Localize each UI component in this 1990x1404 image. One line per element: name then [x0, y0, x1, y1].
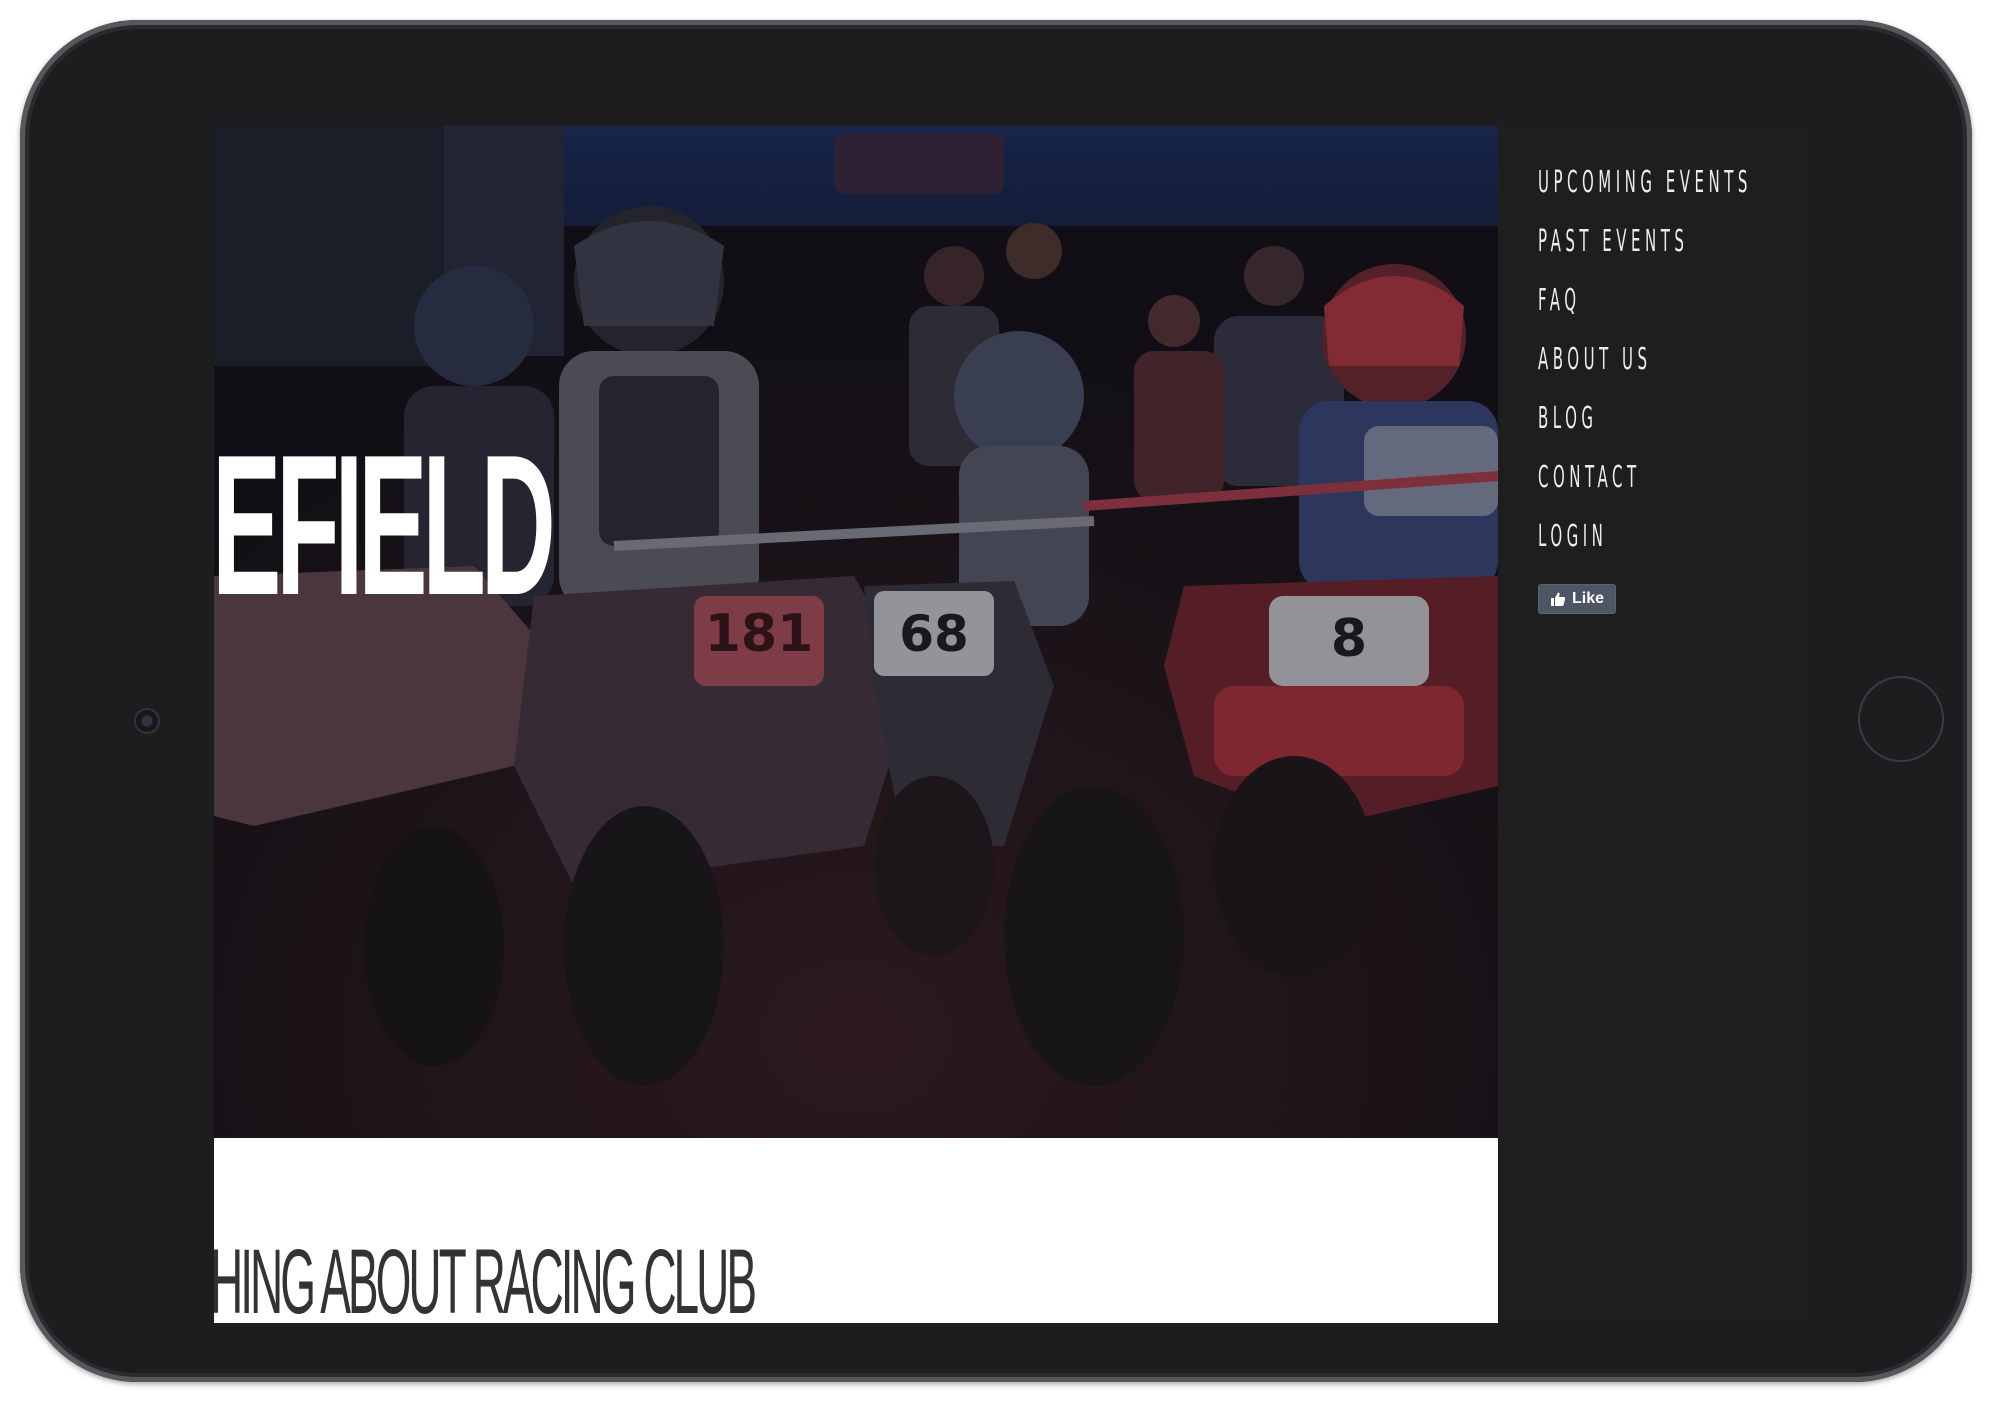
facebook-like-button[interactable]: Like	[1538, 584, 1616, 614]
nav-link-about-us[interactable]: ABOUT US	[1538, 343, 1652, 377]
nav-item-about-us: ABOUT US	[1538, 343, 1812, 402]
sidebar-nav: UPCOMING EVENTS PAST EVENTS FAQ ABOUT US…	[1498, 126, 1812, 1323]
nav-item-login: LOGIN	[1538, 520, 1812, 579]
hero-title: EFIELD	[214, 414, 556, 637]
thumbs-up-icon	[1550, 592, 1566, 606]
nav-link-upcoming-events[interactable]: UPCOMING EVENTS	[1538, 166, 1752, 200]
intro-section: HING ABOUT RACING CLUB	[214, 1138, 1498, 1323]
nav-item-blog: BLOG	[1538, 402, 1812, 461]
camera-icon	[136, 710, 158, 732]
website-screen: 181 68 8 EFIELD HING ABOUT RACING CLUB U…	[214, 126, 1812, 1323]
nav-menu: UPCOMING EVENTS PAST EVENTS FAQ ABOUT US…	[1538, 166, 1812, 579]
nav-item-faq: FAQ	[1538, 284, 1812, 343]
like-label: Like	[1571, 590, 1604, 607]
home-button[interactable]	[1858, 676, 1944, 762]
section-heading: HING ABOUT RACING CLUB	[214, 1231, 757, 1323]
hero-banner: 181 68 8 EFIELD	[214, 126, 1498, 1138]
nav-link-login[interactable]: LOGIN	[1538, 520, 1607, 554]
nav-link-faq[interactable]: FAQ	[1538, 284, 1581, 318]
nav-link-contact[interactable]: CONTACT	[1538, 461, 1641, 495]
nav-link-blog[interactable]: BLOG	[1538, 402, 1598, 436]
nav-item-upcoming-events: UPCOMING EVENTS	[1538, 166, 1812, 225]
nav-item-past-events: PAST EVENTS	[1538, 225, 1812, 284]
nav-link-past-events[interactable]: PAST EVENTS	[1538, 225, 1688, 259]
tablet-frame: 181 68 8 EFIELD HING ABOUT RACING CLUB U…	[20, 20, 1972, 1382]
nav-item-contact: CONTACT	[1538, 461, 1812, 520]
